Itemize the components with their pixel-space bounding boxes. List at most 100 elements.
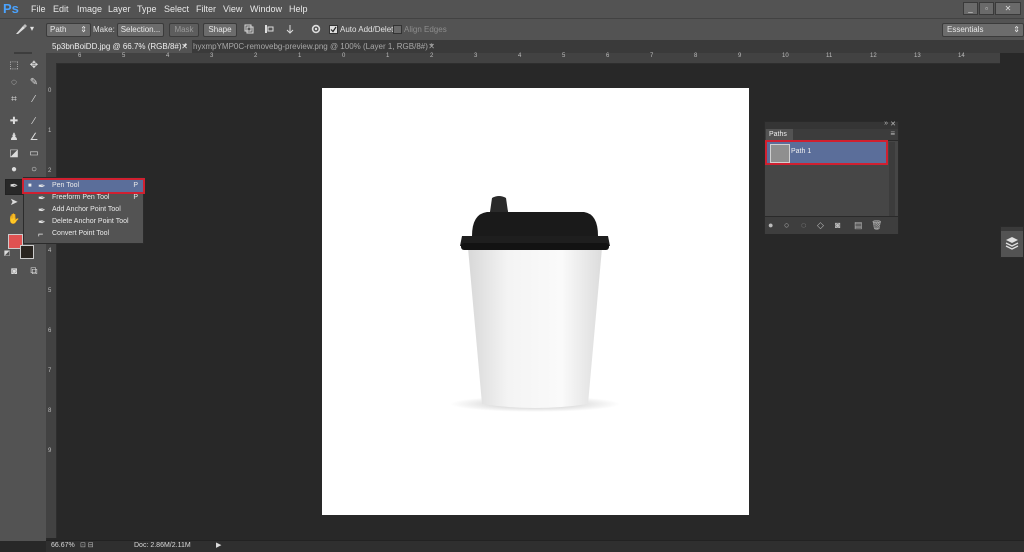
panel-dock xyxy=(1000,226,1024,258)
path-alignment-icon[interactable] xyxy=(264,24,274,34)
mask-button[interactable]: Mask xyxy=(169,23,199,37)
clone-stamp-tool-icon[interactable]: ♟ xyxy=(6,131,22,145)
menu-file[interactable]: File xyxy=(31,4,46,14)
menu-help[interactable]: Help xyxy=(289,4,308,14)
dodge-tool-icon[interactable]: ○ xyxy=(26,163,42,177)
panel-close-icon[interactable]: ✕ xyxy=(890,120,896,128)
add-mask-icon[interactable]: ◙ xyxy=(835,220,840,230)
ruler-tick-label: 8 xyxy=(48,408,52,414)
gradient-tool-icon[interactable]: ▭ xyxy=(26,147,42,161)
lasso-tool-icon[interactable]: ◌ xyxy=(6,76,22,90)
ruler-tick-label: 14 xyxy=(958,53,965,59)
convert-point-icon: ⌐ xyxy=(38,229,44,239)
maximize-button[interactable]: ▫ xyxy=(979,2,994,15)
quick-mask-icon[interactable]: ◙ xyxy=(6,265,22,279)
tab-close-icon[interactable]: ✕ xyxy=(428,40,435,53)
menu-edit[interactable]: Edit xyxy=(53,4,69,14)
selection-button[interactable]: Selection... xyxy=(117,23,164,37)
auto-add-delete-label: Auto Add/Delete xyxy=(340,25,398,34)
chevron-updown-icon: ⇕ xyxy=(1013,25,1020,34)
toolbar-grip[interactable] xyxy=(14,52,32,54)
new-path-icon[interactable]: ▤ xyxy=(854,220,863,231)
pen-tool-preset-icon[interactable] xyxy=(14,23,28,35)
shortcut-key: P xyxy=(133,194,138,201)
path-1-row[interactable]: Path 1 xyxy=(765,140,888,165)
shortcut-key: P xyxy=(133,182,138,189)
document-canvas[interactable] xyxy=(322,88,749,515)
make-work-path-icon[interactable]: ◇ xyxy=(817,220,824,231)
workspace-select[interactable]: Essentials ⇕ xyxy=(942,23,1024,37)
menu-type[interactable]: Type xyxy=(137,4,157,14)
flyout-pen-tool[interactable]: ■ ✒ Pen Tool P xyxy=(22,178,145,194)
minimize-button[interactable]: _ xyxy=(963,2,978,15)
preset-dropdown-arrow[interactable]: ▾ xyxy=(30,24,34,33)
fill-path-icon[interactable]: ● xyxy=(768,220,773,230)
trash-icon[interactable]: 🗑 xyxy=(871,220,882,231)
panel-menu-icon[interactable]: ≡ xyxy=(890,129,895,138)
ruler-tick-label: 0 xyxy=(48,88,52,94)
shape-button[interactable]: Shape xyxy=(203,23,237,37)
menu-image[interactable]: Image xyxy=(77,4,102,14)
tab-label: 5p3bnBoiDD.jpg @ 66.7% (RGB/8#) * xyxy=(52,42,187,51)
blur-tool-icon[interactable]: ● xyxy=(6,163,22,177)
flyout-delete-anchor-tool[interactable]: ✒ Delete Anchor Point Tool xyxy=(24,216,143,228)
status-bar: 66.67% ⊡ ⊟ Doc: 2.86M/2.11M ▶ xyxy=(46,540,1024,552)
marquee-tool-icon[interactable]: ⬚ xyxy=(6,59,22,73)
flyout-label: Freeform Pen Tool xyxy=(52,194,110,201)
move-tool-icon[interactable]: ✥ xyxy=(26,59,42,73)
layers-icon[interactable] xyxy=(1005,236,1019,250)
flyout-label: Delete Anchor Point Tool xyxy=(52,218,129,225)
collapse-icon[interactable]: » xyxy=(884,120,888,127)
ruler-tick-label: 6 xyxy=(78,53,82,59)
options-bar: ▾ Path ⇕ Make: Selection... Mask Shape Au… xyxy=(0,18,1024,41)
panel-header-bar[interactable]: » ✕ xyxy=(765,120,898,129)
ruler-tick-label: 2 xyxy=(48,168,52,174)
document-tab-bar: 5p3bnBoiDD.jpg @ 66.7% (RGB/8#) * ✕ hyxm… xyxy=(46,40,1024,53)
default-colors-icon[interactable]: ◩ xyxy=(2,247,12,257)
flyout-convert-point-tool[interactable]: ⌐ Convert Point Tool xyxy=(24,228,143,240)
hand-tool-icon[interactable]: ✋ xyxy=(6,213,22,227)
close-button[interactable]: ✕ xyxy=(995,2,1021,15)
menu-view[interactable]: View xyxy=(223,4,242,14)
brush-tool-icon[interactable]: ∕ xyxy=(26,115,42,129)
tool-mode-select[interactable]: Path ⇕ xyxy=(46,23,91,37)
spot-healing-tool-icon[interactable]: ✚ xyxy=(6,115,22,129)
path-selection-tool-icon[interactable]: ➤ xyxy=(6,196,22,210)
screen-mode-icon[interactable]: ⧉ xyxy=(26,265,42,279)
flyout-label: Convert Point Tool xyxy=(52,230,110,237)
document-tab-active[interactable]: 5p3bnBoiDD.jpg @ 66.7% (RGB/8#) * ✕ xyxy=(46,40,192,53)
zoom-level[interactable]: 66.67% xyxy=(51,542,75,549)
history-brush-tool-icon[interactable]: ∠ xyxy=(26,131,42,145)
ruler-tick-label: 4 xyxy=(48,248,52,254)
ruler-tick-label: 5 xyxy=(562,53,566,59)
path-operations-icon[interactable] xyxy=(244,24,254,34)
eyedropper-tool-icon[interactable]: ⁄ xyxy=(26,93,42,107)
menu-layer[interactable]: Layer xyxy=(108,4,131,14)
workspace-value: Essentials xyxy=(947,25,984,34)
ruler-tick-label: 1 xyxy=(48,128,52,134)
menu-select[interactable]: Select xyxy=(164,4,189,14)
pen-tool-icon[interactable]: ✒ xyxy=(5,179,23,195)
auto-add-delete-checkbox[interactable] xyxy=(329,25,338,34)
menu-window[interactable]: Window xyxy=(250,4,282,14)
menu-filter[interactable]: Filter xyxy=(196,4,216,14)
stroke-path-icon[interactable]: ○ xyxy=(784,220,789,230)
document-tab-inactive[interactable]: hyxmpYMP0C-removebg-preview.png @ 100% (… xyxy=(187,40,439,53)
gear-icon[interactable] xyxy=(311,24,321,34)
background-color-swatch[interactable] xyxy=(20,245,34,259)
checkmark-icon xyxy=(330,26,337,33)
panel-scrollbar[interactable] xyxy=(889,142,895,216)
crop-tool-icon[interactable]: ⌗ xyxy=(6,93,22,107)
flyout-add-anchor-tool[interactable]: ✒ Add Anchor Point Tool xyxy=(24,204,143,216)
quick-selection-tool-icon[interactable]: ✎ xyxy=(26,76,42,90)
load-path-as-selection-icon[interactable]: ◌ xyxy=(801,220,806,230)
align-edges-checkbox[interactable] xyxy=(393,25,402,34)
dock-grip[interactable] xyxy=(1001,227,1023,231)
path-arrangement-icon[interactable] xyxy=(285,24,295,34)
status-menu-arrow-icon[interactable]: ▶ xyxy=(216,541,221,549)
flyout-freeform-pen-tool[interactable]: ✒ Freeform Pen Tool P xyxy=(24,192,143,204)
status-icons[interactable]: ⊡ ⊟ xyxy=(80,541,94,549)
paths-panel-footer: ● ○ ◌ ◇ ◙ ▤ 🗑 xyxy=(765,216,898,234)
paths-tab[interactable]: Paths xyxy=(766,129,793,140)
eraser-tool-icon[interactable]: ◪ xyxy=(6,147,22,161)
